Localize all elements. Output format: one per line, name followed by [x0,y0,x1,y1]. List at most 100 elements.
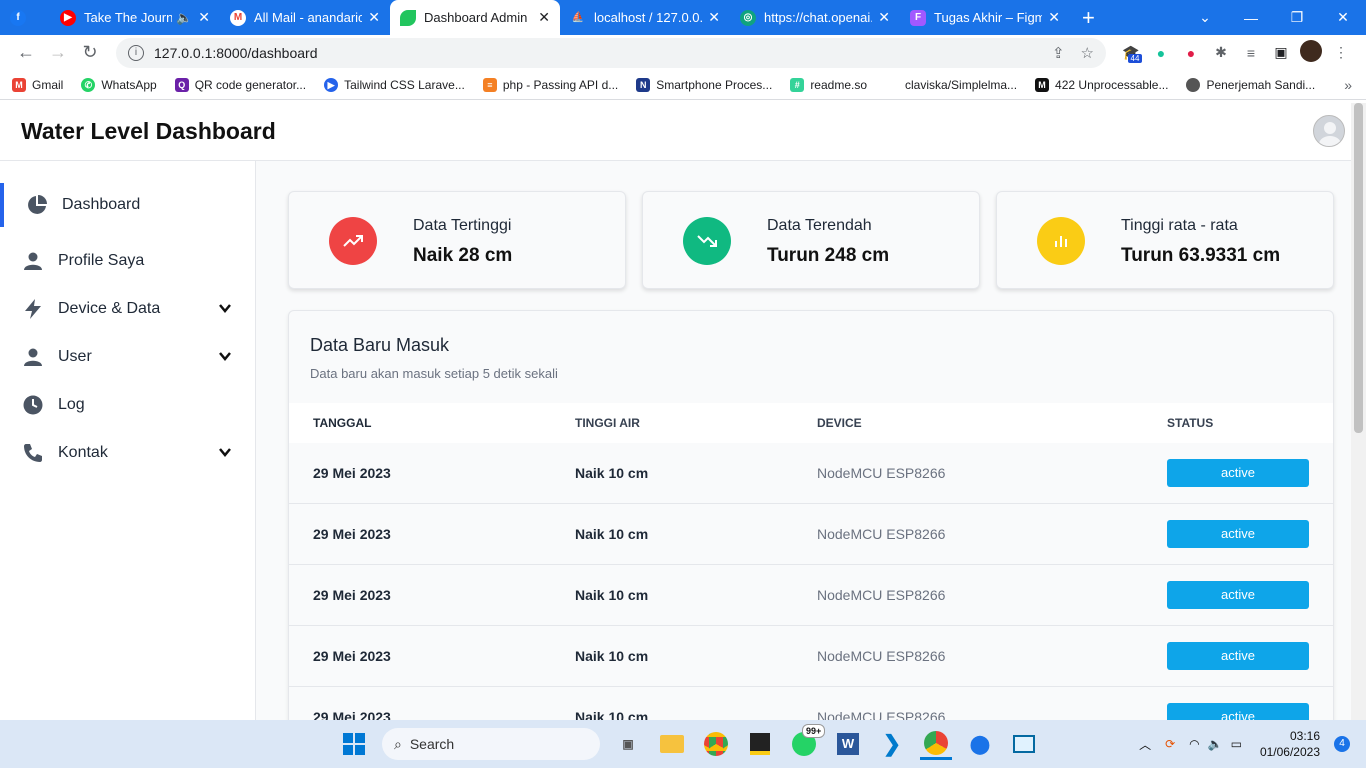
avatar-head-shape [1324,122,1336,134]
sidebar-item-kontak[interactable]: Kontak [0,431,256,475]
tab-chatgpt[interactable]: ◎ https://chat.openai.com ✕ [730,0,900,35]
close-tab-icon[interactable]: ✕ [538,9,550,26]
sidebar-item-dashboard[interactable]: Dashboard [0,183,256,227]
close-tab-icon[interactable]: ✕ [1048,9,1060,26]
bookmark-star-icon[interactable]: ☆ [1081,44,1094,62]
volume-icon[interactable]: 🔈 [1208,737,1223,751]
reload-button[interactable]: ↻ [74,42,106,63]
reading-list-icon[interactable]: ≡ [1236,45,1266,61]
sidebar-item-user[interactable]: User [0,335,256,379]
chevron-down-icon[interactable] [218,445,232,459]
status-badge[interactable]: active [1167,642,1309,670]
forward-button[interactable]: → [42,42,74,63]
notification-count-badge[interactable]: 4 [1334,736,1350,752]
column-header-status: STATUS [1167,416,1214,430]
whatsapp-taskbar-icon[interactable]: 99+ [788,724,826,760]
grammarly-icon[interactable]: ● [1146,45,1176,61]
page-scrollbar[interactable] [1351,103,1366,720]
tab-gmail[interactable]: M All Mail - anandaricky ✕ [220,0,390,35]
sidebar-item-device-data[interactable]: Device & Data [0,287,256,331]
site-info-icon[interactable]: i [128,44,144,61]
table-header: TANGGAL TINGGI AIR DEVICE STATUS [289,403,1333,443]
share-icon[interactable]: ⇪ [1052,44,1065,62]
bookmark-tailwind[interactable]: ▶ Tailwind CSS Larave... [324,77,465,92]
url-text[interactable]: 127.0.0.1:8000/dashboard [154,45,1036,61]
tab-figma[interactable]: F Tugas Akhir – Figma ✕ [900,0,1070,35]
sync-icon[interactable]: ⟳ [1165,737,1175,751]
omnibox[interactable]: i 127.0.0.1:8000/dashboard ⇪ ☆ [116,37,1106,68]
profile-avatar-icon[interactable] [1296,40,1326,65]
back-button[interactable]: ← [10,42,42,63]
close-tab-icon[interactable]: ✕ [368,9,380,26]
tab-facebook[interactable]: f [0,0,50,35]
table-row: 29 Mei 2023 Naik 10 cm NodeMCU ESP8266 a… [289,565,1333,626]
speaker-icon[interactable]: 🔈 [176,10,192,26]
sidebar-item-profile[interactable]: Profile Saya [0,239,256,283]
tab-dashboard-admin[interactable]: Dashboard Admin ✕ [390,0,560,35]
camera-app-icon[interactable]: ▣ [612,728,644,760]
address-bar-row: ← → ↻ i 127.0.0.1:8000/dashboard ⇪ ☆ 🎓 44… [0,35,1366,70]
clock[interactable]: 03:16 01/06/2023 [1260,728,1320,760]
chevron-down-icon[interactable] [218,301,232,315]
tab-youtube[interactable]: ▶ Take The Journey 🔈 ✕ [50,0,220,35]
user-avatar[interactable] [1313,115,1345,147]
vscode-icon[interactable]: ❯ [876,728,908,760]
bookmark-readme[interactable]: # readme.so [790,77,867,92]
chrome-profile-icon[interactable] [920,728,952,760]
status-badge[interactable]: active [1167,459,1309,487]
bookmark-github[interactable]: claviska/Simplelma... [885,77,1017,92]
extension-red-icon[interactable]: ● [1176,45,1206,61]
scrollbar-thumb[interactable] [1354,103,1363,433]
extension-academic-icon[interactable]: 🎓 44 [1116,44,1146,63]
tab-search-icon[interactable]: ⌄ [1182,9,1228,26]
status-badge[interactable]: active [1167,520,1309,548]
bookmark-whatsapp[interactable]: ✆ WhatsApp [81,77,157,92]
taskbar-search[interactable]: ⌕ Search [382,728,600,760]
system-tray: ︿ ⟳ ◠ 🔈 ▭ 03:16 01/06/2023 4 [1139,720,1366,768]
battery-icon[interactable]: ▭ [1231,737,1242,751]
sidebar-item-log[interactable]: Log [0,383,256,427]
windows-start-icon[interactable] [338,728,370,760]
close-tab-icon[interactable]: ✕ [878,9,890,26]
bookmark-stackoverflow[interactable]: ≡ php - Passing API d... [482,77,619,92]
tab-phpmyadmin[interactable]: ⛵ localhost / 127.0.0.1 / ✕ [560,0,730,35]
new-tab-button[interactable]: + [1082,5,1095,31]
cell-height: Naik 10 cm [575,648,649,664]
chevron-down-icon[interactable] [218,349,232,363]
windows-taskbar: ⌕ Search ▣ 99+ W ❯ ⬤ ︿ ⟳ ◠ 🔈 ▭ 03:16 01/… [0,720,1366,768]
maps-pin-icon[interactable]: ⬤ [964,728,996,760]
sticky-notes-icon[interactable] [744,728,776,760]
bookmark-qr[interactable]: Q QR code generator... [174,77,306,92]
column-header-tanggal: TANGGAL [313,416,372,430]
bookmark-422[interactable]: M 422 Unprocessable... [1035,77,1168,92]
word-icon[interactable]: W [832,728,864,760]
close-tab-icon[interactable]: ✕ [708,9,720,26]
close-window-button[interactable]: ✕ [1320,9,1366,26]
stat-label: Data Terendah [767,217,872,234]
side-panel-icon[interactable]: ▣ [1266,44,1296,61]
sidebar: Dashboard Profile Saya Device & Data Use… [0,161,256,720]
chrome-icon[interactable] [700,728,732,760]
status-badge[interactable]: active [1167,581,1309,609]
bookmark-gmail[interactable]: M Gmail [12,77,63,92]
bookmarks-overflow-icon[interactable]: » [1344,77,1352,93]
status-badge[interactable]: active [1167,703,1309,720]
minimize-button[interactable]: — [1228,10,1274,26]
menu-kebab-icon[interactable]: ⋮ [1326,44,1356,61]
app-window-icon[interactable] [1008,728,1040,760]
close-tab-icon[interactable]: ✕ [198,9,210,26]
youtube-icon: ▶ [60,9,76,26]
bar-chart-icon [1037,217,1085,265]
bookmark-label: php - Passing API d... [502,77,619,92]
restore-button[interactable]: ❐ [1274,9,1320,26]
file-explorer-icon[interactable] [656,728,688,760]
clock-time: 03:16 [1289,729,1320,743]
chevron-up-icon[interactable]: ︿ [1139,736,1151,753]
sidebar-item-label: Log [58,396,85,413]
bookmark-smartphone[interactable]: N Smartphone Proces... [636,77,772,92]
wifi-icon[interactable]: ◠ [1189,737,1199,751]
cell-device: NodeMCU ESP8266 [817,587,946,603]
cell-date: 29 Mei 2023 [313,648,391,664]
puzzle-icon[interactable]: ✱ [1206,44,1236,61]
bookmark-penerjemah[interactable]: Penerjemah Sandi... [1186,77,1315,92]
